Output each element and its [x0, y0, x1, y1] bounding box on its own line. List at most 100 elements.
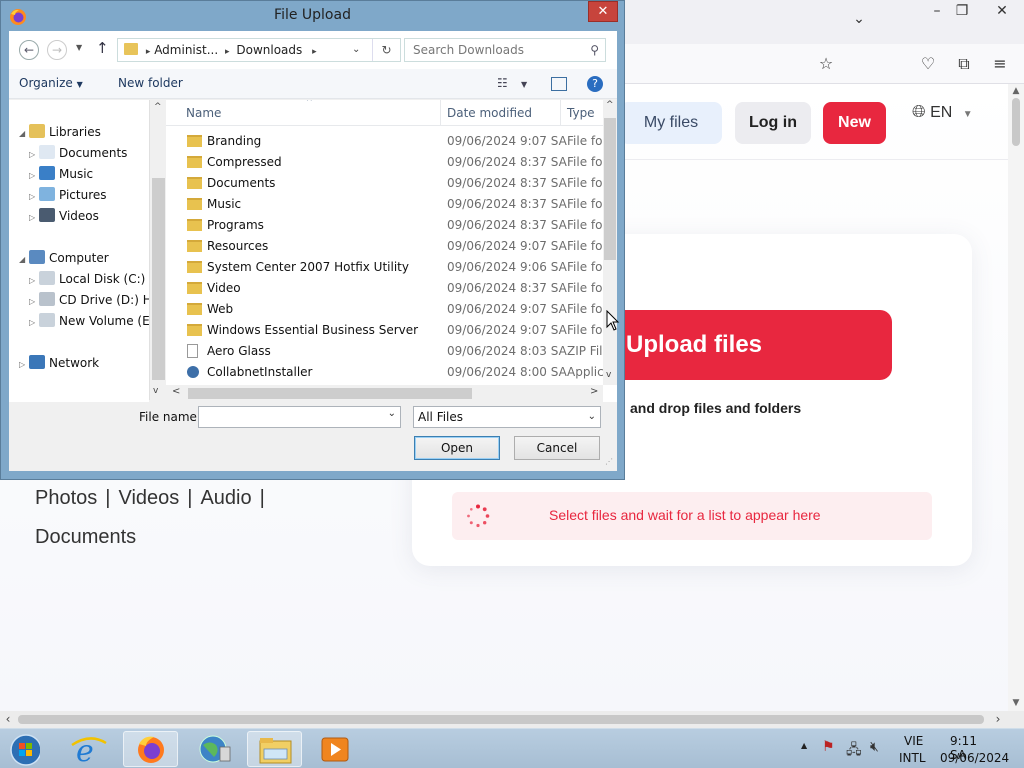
- log-in-button[interactable]: Log in: [735, 102, 811, 144]
- breadcrumb-downloads[interactable]: Downloads: [236, 43, 302, 57]
- extensions-icon[interactable]: ⧉: [953, 53, 975, 75]
- tree-item[interactable]: ▷ Network: [19, 353, 99, 373]
- preview-pane-icon[interactable]: [551, 77, 567, 91]
- pocket-icon[interactable]: ♡: [917, 53, 939, 75]
- file-row[interactable]: Compressed 09/06/2024 8:37 SA File fol: [166, 152, 606, 173]
- input-language[interactable]: VIE: [904, 734, 923, 748]
- dialog-close-button[interactable]: ✕: [588, 1, 618, 22]
- scroll-left-icon[interactable]: ‹: [0, 711, 16, 728]
- scroll-down-icon[interactable]: v: [606, 370, 611, 380]
- chevron-down-icon[interactable]: ⌄: [388, 408, 396, 419]
- scroll-thumb[interactable]: [152, 178, 165, 380]
- file-row[interactable]: System Center 2007 Hotfix Utility 09/06/2…: [166, 257, 606, 278]
- column-divider[interactable]: [560, 100, 561, 126]
- collapsed-arrow-icon[interactable]: ▷: [29, 166, 39, 186]
- help-icon[interactable]: ?: [587, 76, 603, 92]
- forward-icon[interactable]: →: [47, 40, 67, 60]
- clock-date[interactable]: 09/06/2024: [940, 751, 1009, 765]
- tree-item[interactable]: ▷ Pictures: [29, 185, 107, 205]
- view-options-icon[interactable]: ▼: [521, 80, 527, 89]
- file-row[interactable]: Video 09/06/2024 8:37 SA File fol: [166, 278, 606, 299]
- tree-item[interactable]: ▷ Documents: [29, 143, 127, 163]
- change-view-icon[interactable]: ☷: [497, 76, 508, 90]
- file-row[interactable]: Music 09/06/2024 8:37 SA File fol: [166, 194, 606, 215]
- videos-link[interactable]: Videos: [118, 487, 179, 509]
- file-row[interactable]: CollabnetInstaller 09/06/2024 8:00 SA Appl…: [166, 362, 606, 383]
- show-hidden-icons[interactable]: ▲: [801, 741, 807, 750]
- photos-link[interactable]: Photos: [35, 487, 97, 509]
- dialog-titlebar[interactable]: File Upload ✕: [1, 1, 624, 31]
- collapsed-arrow-icon[interactable]: ▷: [29, 292, 39, 312]
- scroll-left-icon[interactable]: <: [172, 386, 180, 397]
- collapsed-arrow-icon[interactable]: ▷: [29, 271, 39, 291]
- taskbar-network[interactable]: [186, 731, 241, 767]
- tree-scrollbar[interactable]: ^ v: [149, 100, 166, 400]
- refresh-icon[interactable]: ↻: [372, 39, 400, 61]
- organize-button[interactable]: Organize ▼: [19, 76, 83, 90]
- tree-item[interactable]: ◢ Computer: [19, 248, 109, 268]
- scroll-thumb[interactable]: [1012, 98, 1020, 146]
- tab-list-icon[interactable]: ⌄: [842, 8, 876, 30]
- scroll-right-icon[interactable]: ›: [990, 711, 1006, 728]
- file-row[interactable]: Programs 09/06/2024 8:37 SA File fol: [166, 215, 606, 236]
- resize-grip-icon[interactable]: ⋰: [605, 457, 613, 466]
- cancel-button[interactable]: Cancel: [514, 436, 600, 460]
- documents-link[interactable]: Documents: [35, 526, 136, 548]
- file-list-vertical-scrollbar[interactable]: ^ v: [603, 100, 617, 385]
- address-dropdown-icon[interactable]: ⌄: [352, 39, 360, 61]
- taskbar-media-player[interactable]: [308, 731, 363, 767]
- taskbar-file-explorer[interactable]: [247, 731, 302, 767]
- keyboard-layout[interactable]: INTL: [899, 751, 926, 765]
- up-folder-icon[interactable]: ↑: [96, 39, 109, 57]
- tree-item[interactable]: ▷ New Volume (E:): [29, 311, 149, 331]
- menu-icon[interactable]: ≡: [989, 53, 1011, 75]
- collapsed-arrow-icon[interactable]: ▷: [29, 208, 39, 228]
- file-row[interactable]: Windows Essential Business Server 09/06/2…: [166, 320, 606, 341]
- file-name-input[interactable]: ⌄: [198, 406, 401, 428]
- page-horizontal-scrollbar[interactable]: ‹ ›: [0, 711, 1024, 728]
- scroll-down-icon[interactable]: v: [153, 386, 158, 396]
- collapsed-arrow-icon[interactable]: ▷: [29, 187, 39, 207]
- type-column-header[interactable]: Type: [567, 106, 595, 120]
- collapsed-arrow-icon[interactable]: ▷: [19, 355, 29, 375]
- scroll-thumb[interactable]: [18, 715, 984, 724]
- name-column-header[interactable]: Name: [186, 106, 221, 120]
- expanded-arrow-icon[interactable]: ◢: [19, 124, 29, 144]
- date-column-header[interactable]: Date modified: [447, 106, 532, 120]
- scroll-right-icon[interactable]: >: [590, 386, 598, 397]
- file-row[interactable]: Branding 09/06/2024 9:07 SA File fol: [166, 131, 606, 152]
- search-input[interactable]: Search Downloads ⚲: [404, 38, 606, 62]
- my-files-button[interactable]: My files: [620, 102, 722, 144]
- tree-item[interactable]: ▷ Local Disk (C:): [29, 269, 145, 289]
- collapsed-arrow-icon[interactable]: ▷: [29, 145, 39, 165]
- network-status-icon[interactable]: 🖧︎: [846, 739, 862, 763]
- recent-locations-icon[interactable]: ▼: [76, 43, 82, 52]
- scroll-up-icon[interactable]: ^: [606, 100, 614, 110]
- tree-item[interactable]: ◢ Libraries: [19, 122, 101, 142]
- file-type-select[interactable]: All Files ⌄: [413, 406, 601, 428]
- audio-link[interactable]: Audio: [200, 487, 251, 509]
- new-folder-button[interactable]: New folder: [118, 76, 183, 90]
- address-bar[interactable]: ▸ Administ... ▸ Downloads ▸ ⌄ ↻: [117, 38, 401, 62]
- start-button[interactable]: [0, 731, 55, 767]
- column-divider[interactable]: [440, 100, 441, 126]
- scroll-down-icon[interactable]: ▼: [1008, 696, 1024, 710]
- taskbar-internet-explorer[interactable]: e: [62, 731, 117, 768]
- bookmark-star-icon[interactable]: ☆: [815, 53, 837, 75]
- file-row[interactable]: Aero Glass 09/06/2024 8:03 SAZIP File: [166, 341, 606, 362]
- scroll-up-icon[interactable]: ^: [154, 102, 162, 112]
- language-selector[interactable]: 🌐︎ EN ▼: [912, 102, 973, 144]
- scroll-up-icon[interactable]: ▲: [1008, 84, 1024, 98]
- file-row[interactable]: Web 09/06/2024 9:07 SA File fol: [166, 299, 606, 320]
- volume-muted-icon[interactable]: 🔇︎: [870, 739, 879, 755]
- browser-close-icon[interactable]: ✕: [985, 0, 1019, 22]
- file-row[interactable]: Resources 09/06/2024 9:07 SA File fol: [166, 236, 606, 257]
- action-center-flag-icon[interactable]: ⚑: [822, 739, 835, 755]
- tree-item[interactable]: ▷ Music: [29, 164, 93, 184]
- scroll-thumb[interactable]: [604, 118, 616, 260]
- expanded-arrow-icon[interactable]: ◢: [19, 250, 29, 270]
- back-icon[interactable]: ←: [19, 40, 39, 60]
- scroll-thumb[interactable]: [188, 388, 472, 399]
- restore-icon[interactable]: ❐: [945, 0, 979, 22]
- tree-item[interactable]: ▷ Videos: [29, 206, 99, 226]
